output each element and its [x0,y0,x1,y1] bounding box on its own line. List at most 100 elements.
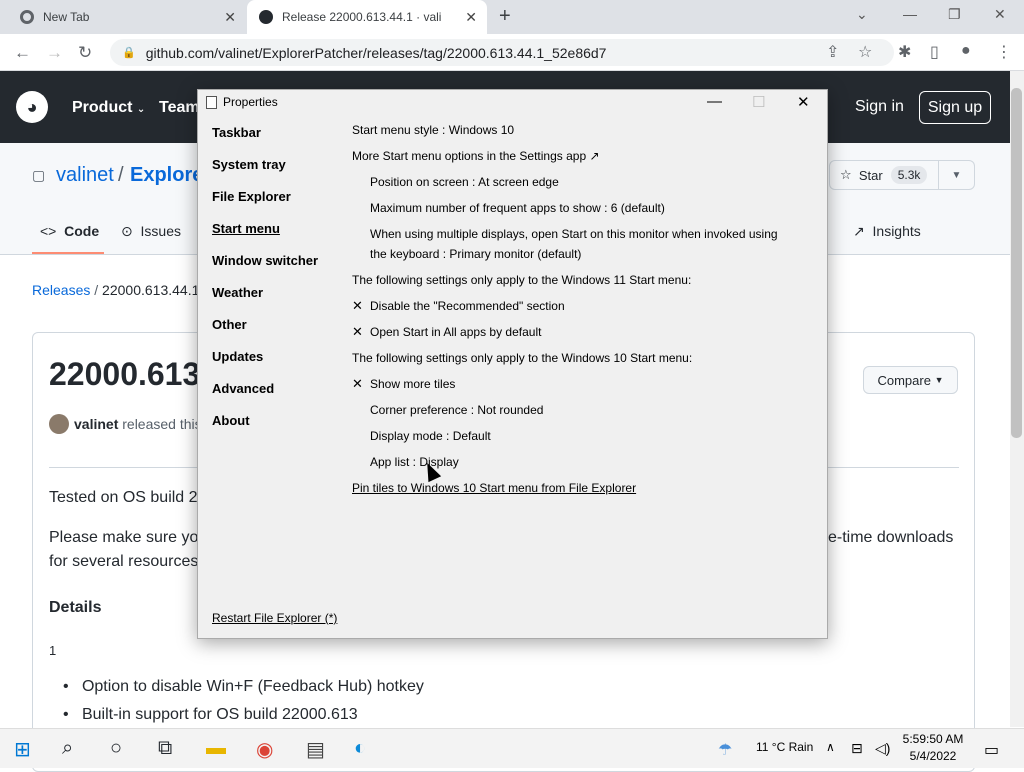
bookmark-star-icon[interactable]: ☆ [858,42,872,62]
nav-product[interactable]: Product ⌄ [72,99,145,117]
repo-icon: ▢ [32,167,46,183]
multi-display-option[interactable]: When using multiple displays, open Start… [370,227,778,241]
close-tab-icon[interactable]: ✕ [465,9,477,26]
avatar[interactable] [49,414,69,434]
app-icon [206,96,217,109]
restart-explorer-link[interactable]: Restart File Explorer (*) [212,611,337,625]
sidebar-item-about[interactable]: About [212,413,250,428]
cortana-icon[interactable]: ○ [110,737,122,760]
sidebar-item-start-menu[interactable]: Start menu [212,221,280,236]
notification-icon[interactable]: ▭ [984,740,999,760]
profile-icon[interactable]: ● [961,42,971,60]
tab-code[interactable]: <> Code [40,223,99,239]
start-icon[interactable]: ⊞ [14,737,31,762]
forward-icon[interactable]: → [46,43,63,63]
list-item: • Built-in support for OS build 22000.61… [63,706,358,723]
insights-icon: ↗ [853,223,865,239]
restore-icon[interactable]: ❐ [948,6,961,23]
position-option[interactable]: Position on screen : At screen edge [370,175,559,189]
time: 5:59:50 AM [902,732,964,746]
sidebar-item-weather[interactable]: Weather [212,285,263,300]
clock[interactable]: 5:59:50 AM 5/4/2022 [900,731,966,765]
sidebar-item-system-tray[interactable]: System tray [212,157,286,172]
settings-app-link[interactable]: More Start menu options in the Settings … [352,149,600,163]
show-more-tiles-option[interactable]: Show more tiles [370,377,455,391]
star-count: 5.3k [890,166,928,184]
repo-name-link[interactable]: Explore [130,164,203,187]
dialog-title: Properties [223,95,278,109]
side-panel-icon[interactable]: ▯ [930,42,939,62]
sidebar-item-window-switcher[interactable]: Window switcher [212,253,318,268]
extensions-icon[interactable]: ✱ [898,42,911,62]
released-by: valinet released this [74,416,202,432]
max-apps-option[interactable]: Maximum number of frequent apps to show … [370,201,665,215]
release-title: 22000.613. [49,356,210,392]
please-text: Please make sure you [49,529,208,546]
back-icon[interactable]: ← [14,43,31,63]
github-logo-icon[interactable]: ◕ [16,91,48,123]
address-bar[interactable]: 🔒 github.com/valinet/ExplorerPatcher/rel… [110,39,894,66]
lock-icon: 🔒 [122,47,136,59]
minimize-icon[interactable]: — [903,6,917,22]
weather-icon[interactable]: ☂ [718,740,732,760]
disable-recommended-option[interactable]: Disable the "Recommended" section [370,299,565,313]
repo-owner-link[interactable]: valinet [56,164,114,187]
tab-issues[interactable]: ⊙ Issues [121,223,181,240]
pin-tiles-link[interactable]: Pin tiles to Windows 10 Start menu from … [352,481,636,495]
dialog-maximize-icon[interactable]: ☐ [752,93,765,111]
star-button[interactable]: ☆ Star 5.3k [829,160,939,190]
dialog-minimize-icon[interactable]: — [707,93,722,110]
app-list-option[interactable]: App list : Display [370,455,459,469]
file-explorer-icon[interactable]: ▬ [206,737,226,760]
multi-display-option-2[interactable]: the keyboard : Primary monitor (default) [370,247,581,261]
chrome-icon[interactable]: ◉ [256,737,273,762]
corner-option[interactable]: Corner preference : Not rounded [370,403,543,417]
task-view-icon[interactable]: ⧉ [158,737,172,760]
sidebar-item-advanced[interactable]: Advanced [212,381,274,396]
close-tab-icon[interactable]: ✕ [224,9,236,26]
display-mode-option[interactable]: Display mode : Default [370,429,491,443]
tab-release[interactable]: Release 22000.613.44.1 · valinet/E ✕ [247,0,487,34]
chevron-up-icon[interactable]: ∧ [826,740,835,754]
new-tab-icon[interactable]: + [499,5,511,28]
tab-search-icon[interactable]: ⌄ [856,6,868,23]
sidebar-item-taskbar[interactable]: Taskbar [212,125,261,140]
star-dropdown-icon[interactable]: ▼ [939,160,975,190]
check-icon: ✕ [352,376,363,391]
please-text-2: for several resources [49,553,199,570]
reload-icon[interactable]: ↻ [78,43,92,63]
share-icon[interactable]: ⇪ [826,42,839,62]
issues-icon: ⊙ [121,223,133,239]
properties-app-icon[interactable]: ▤ [306,737,325,762]
weather-text[interactable]: 11 °C Rain [756,740,813,754]
sidebar-item-other[interactable]: Other [212,317,247,332]
tab-new-tab[interactable]: New Tab ✕ [10,0,246,34]
sidebar-item-file-explorer[interactable]: File Explorer [212,189,291,204]
edge-icon[interactable]: ◐ [354,737,366,760]
volume-icon[interactable]: ◁) [875,740,890,757]
sign-up-button[interactable]: Sign up [919,91,991,124]
active-tab-underline [32,252,104,254]
scrollbar-thumb[interactable] [1011,88,1022,438]
tab-insights[interactable]: ↗ Insights [853,223,921,240]
breadcrumb: Releases / 22000.613.44.1_ [32,282,208,298]
sign-in-link[interactable]: Sign in [855,98,904,116]
nav-team[interactable]: Team [159,99,200,117]
open-all-apps-option[interactable]: Open Start in All apps by default [370,325,541,339]
start-menu-style-option[interactable]: Start menu style : Windows 10 [352,123,514,137]
network-icon[interactable]: ⊟ [851,740,863,757]
github-icon [259,10,273,24]
breadcrumb-current: 22000.613.44.1_ [102,282,208,298]
menu-icon[interactable]: ⋮ [996,42,1012,62]
compare-button[interactable]: Compare ▼ [863,366,958,394]
close-window-icon[interactable]: ✕ [994,6,1006,23]
date: 5/4/2022 [909,749,957,763]
w11-heading: The following settings only apply to the… [352,273,692,287]
dialog-close-icon[interactable]: ✕ [797,93,810,111]
search-icon[interactable]: ⌕ [62,737,73,760]
breadcrumb-releases[interactable]: Releases [32,282,90,298]
details-num: 1 [49,643,57,658]
w10-heading: The following settings only apply to the… [352,351,693,365]
details-heading: Details [49,599,102,616]
sidebar-item-updates[interactable]: Updates [212,349,263,364]
